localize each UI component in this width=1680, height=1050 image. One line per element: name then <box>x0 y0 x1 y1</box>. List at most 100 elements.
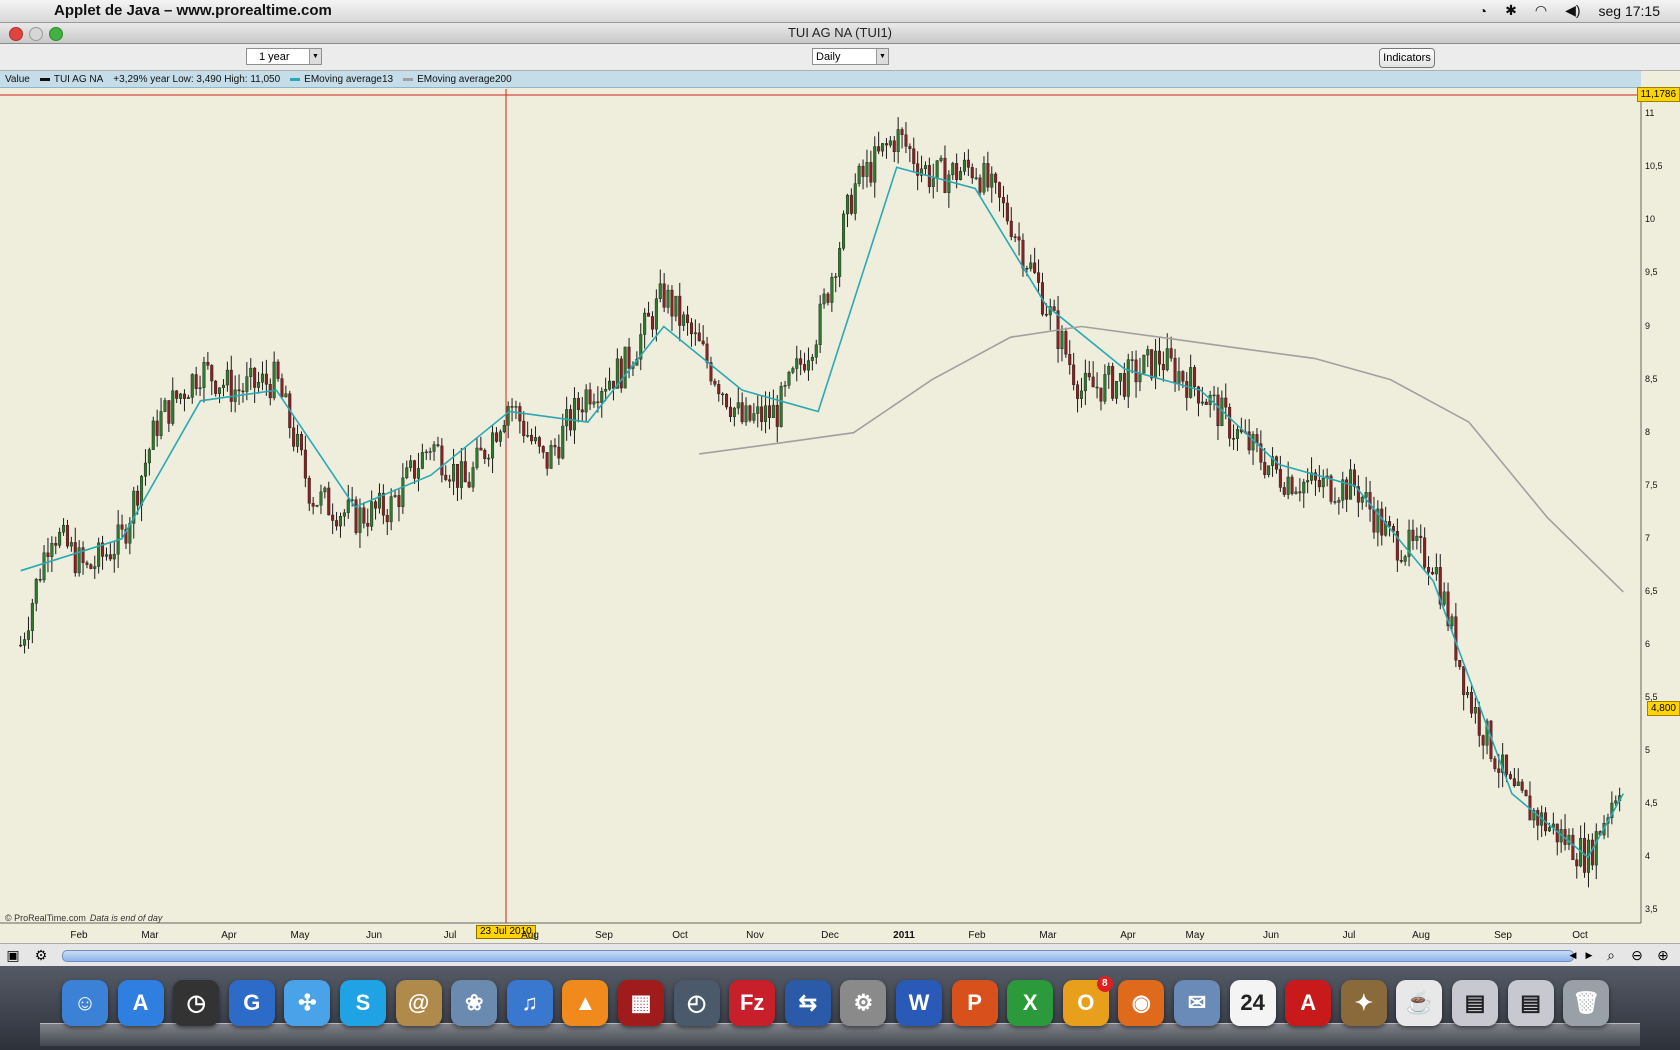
candle-body <box>26 630 30 640</box>
time-machine-icon[interactable]: ◴ <box>673 980 720 1026</box>
y-axis-tick-label: 7,5 <box>1645 479 1658 490</box>
time-machine-status-icon[interactable]: ◔ <box>1479 3 1487 19</box>
filezilla-icon[interactable]: Fz <box>729 980 776 1026</box>
stack-folder-icon[interactable]: ▤ <box>1452 980 1498 1026</box>
price-chart-panel[interactable]: Value TUI AG NA +3,29% year Low: 3,490 H… <box>0 71 1680 943</box>
candle-body <box>1430 571 1434 575</box>
interval-select[interactable]: Daily ▼ <box>812 48 889 65</box>
candle-body <box>1126 359 1130 397</box>
mail-icon[interactable]: ✉ <box>1174 980 1220 1026</box>
indicators-button[interactable]: Indicators <box>1379 48 1435 68</box>
y-axis-tick-label: 5,5 <box>1645 692 1658 703</box>
candle-body <box>1091 376 1095 388</box>
candle-body <box>338 516 342 527</box>
candle-body <box>1372 508 1376 533</box>
system-preferences-icon[interactable]: ⚙ <box>840 980 887 1026</box>
candle-body <box>923 165 927 170</box>
skype-icon[interactable]: S <box>340 980 386 1026</box>
candle-body <box>861 165 865 177</box>
vlc-icon[interactable]: ▲ <box>562 980 609 1026</box>
candle-body <box>385 514 389 523</box>
candlestick-chart[interactable] <box>0 71 1680 943</box>
candle-body <box>1411 529 1415 541</box>
scroll-right-icon[interactable]: ▶ <box>1580 946 1598 964</box>
word-icon[interactable]: W <box>896 980 942 1026</box>
candle-body <box>982 163 986 193</box>
candle-body <box>674 295 678 317</box>
eod-note: Data is end of day <box>89 913 163 923</box>
zoom-window-button[interactable] <box>49 27 63 41</box>
x-axis-tick-label: Mar <box>141 930 159 941</box>
candle-body <box>717 384 721 395</box>
candle-body <box>428 451 432 453</box>
app-store-icon[interactable]: A <box>117 980 164 1026</box>
candle-body <box>865 162 869 177</box>
candle-body <box>30 603 34 631</box>
minimize-window-button[interactable] <box>29 27 43 41</box>
finder-icon[interactable]: ☺ <box>62 980 108 1026</box>
photo-booth-icon[interactable]: ▦ <box>618 980 664 1026</box>
candle-body <box>1072 364 1076 385</box>
candle-body <box>1107 366 1111 375</box>
candle-body <box>873 146 877 183</box>
candle-body <box>689 322 693 335</box>
candle-body <box>545 452 549 469</box>
candle-body <box>1130 359 1134 361</box>
period-select[interactable]: 1 year ▼ <box>246 48 322 65</box>
excel-icon[interactable]: X <box>1007 980 1054 1026</box>
volume-icon[interactable]: ◀) <box>1565 2 1580 19</box>
candle-body <box>175 390 179 399</box>
interval-select-value: Daily <box>816 51 841 63</box>
ical-icon[interactable]: 24 <box>1229 980 1276 1026</box>
candle-body <box>1185 381 1189 398</box>
candle-body <box>319 491 323 506</box>
candle-body <box>182 393 186 399</box>
chart-type-icon[interactable]: ▣ <box>4 946 22 964</box>
candle-body <box>814 344 818 358</box>
candle-body <box>108 554 112 560</box>
teamviewer-icon[interactable]: ⇆ <box>784 980 831 1026</box>
zoom-out-icon[interactable]: ⊖ <box>1628 946 1646 964</box>
bluetooth-icon[interactable]: ✱ <box>1505 2 1517 19</box>
candle-body <box>1009 220 1013 237</box>
candle-body <box>619 358 623 389</box>
java-icon[interactable]: ☕ <box>1396 980 1443 1026</box>
address-book-icon[interactable]: @ <box>395 980 442 1026</box>
safari-icon[interactable]: ✣ <box>284 980 331 1026</box>
candle-body <box>565 409 569 427</box>
wifi-icon[interactable]: ◠ <box>1535 2 1547 19</box>
zoom-fit-icon[interactable]: ⌕ <box>1602 946 1620 964</box>
outlook-icon[interactable]: O8 <box>1062 976 1113 1026</box>
candle-body <box>1157 350 1161 365</box>
google-earth-icon[interactable]: G <box>228 980 275 1026</box>
candle-body <box>522 420 526 437</box>
candle-body <box>1473 707 1477 714</box>
acrobat-icon[interactable]: A <box>1285 980 1332 1026</box>
iphoto-icon[interactable]: ❀ <box>451 980 498 1026</box>
candle-body <box>420 452 424 469</box>
close-window-button[interactable] <box>9 27 23 41</box>
zoom-in-icon[interactable]: ⊕ <box>1654 946 1672 964</box>
candle-body <box>1302 481 1306 494</box>
x-axis-tick-label: Apr <box>221 930 237 941</box>
menu-clock[interactable]: seg 17:15 <box>1599 3 1661 19</box>
adium-icon[interactable]: ✦ <box>1340 980 1387 1026</box>
trash-icon[interactable]: 🗑 <box>1563 980 1610 1026</box>
candle-body <box>1458 660 1462 667</box>
candle-body <box>85 562 89 565</box>
firefox-icon[interactable]: ◉ <box>1118 980 1165 1026</box>
powerpoint-icon[interactable]: P <box>951 980 998 1026</box>
candle-body <box>151 420 155 450</box>
stack-downloads-icon[interactable]: ▤ <box>1507 980 1554 1026</box>
settings-icon[interactable]: ⚙ <box>32 946 50 964</box>
itunes-icon[interactable]: ♫ <box>506 980 553 1026</box>
candle-body <box>374 501 378 509</box>
y-axis-tick-label: 6 <box>1645 639 1651 649</box>
candle-body <box>767 405 771 418</box>
app-menu-title[interactable]: Applet de Java – www.prorealtime.com <box>54 2 332 19</box>
time-scrollbar[interactable] <box>62 950 1574 962</box>
candle-body <box>701 340 705 345</box>
candle-body <box>65 524 69 547</box>
candle-body <box>1013 236 1017 238</box>
dashboard-icon[interactable]: ◷ <box>173 980 220 1026</box>
